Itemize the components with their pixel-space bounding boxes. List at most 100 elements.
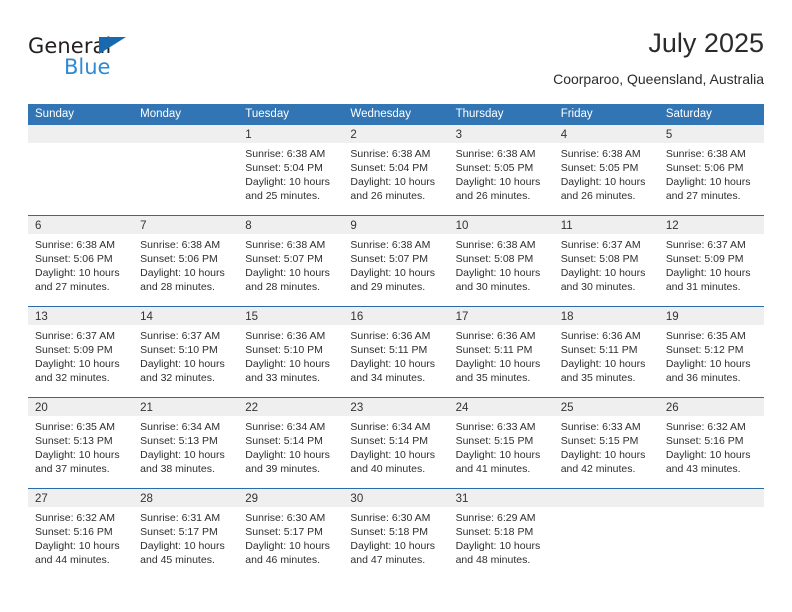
calendar-day-cell[interactable]: 16 Sunrise: 6:36 AM Sunset: 5:11 PM Dayligh…: [343, 307, 449, 397]
calendar-day-cell[interactable]: 8 Sunrise: 6:38 AM Sunset: 5:07 PM Daylight…: [238, 216, 344, 306]
day-detail-line: and 36 minutes.: [665, 372, 741, 384]
day-number-band: 11: [553, 216, 659, 234]
calendar-day-cell[interactable]: 31 Sunrise: 6:29 AM Sunset: 5:18 PM Dayligh…: [448, 489, 554, 579]
day-number-band: 5: [658, 125, 764, 143]
day-number: 16: [350, 311, 364, 323]
day-number: 8: [245, 220, 252, 232]
calendar-day-cell-empty: [133, 125, 239, 215]
day-detail-line: Daylight: 10 hours: [35, 267, 120, 279]
day-detail-line: and 35 minutes.: [560, 372, 636, 384]
day-detail-line: Sunset: 5:11 PM: [455, 344, 533, 356]
day-number-band: [553, 489, 659, 507]
day-detail-line: and 45 minutes.: [140, 554, 215, 566]
calendar-day-cell[interactable]: 17 Sunrise: 6:36 AM Sunset: 5:11 PM Dayligh…: [448, 307, 554, 397]
day-number-band: 7: [133, 216, 239, 234]
day-detail-line: Sunrise: 6:38 AM: [560, 148, 641, 160]
calendar-day-cell[interactable]: 10 Sunrise: 6:38 AM Sunset: 5:08 PM Dayligh…: [448, 216, 554, 306]
title-block: July 2025 Coorparoo, Queensland, Austral…: [553, 26, 764, 89]
calendar-day-cell[interactable]: 18 Sunrise: 6:36 AM Sunset: 5:11 PM Dayligh…: [553, 307, 659, 397]
day-number: 18: [560, 311, 574, 323]
day-detail-line: Sunrise: 6:31 AM: [140, 512, 221, 524]
day-detail-line: Daylight: 10 hours: [350, 540, 436, 552]
day-detail-line: Sunrise: 6:36 AM: [245, 330, 326, 342]
calendar-day-cell[interactable]: 20 Sunrise: 6:35 AM Sunset: 5:13 PM Dayligh…: [28, 398, 134, 488]
day-detail-line: and 43 minutes.: [665, 463, 741, 475]
calendar-grid: Sunday Monday Tuesday Wednesday Thursday Frid…: [28, 104, 764, 579]
calendar-day-cell[interactable]: 12 Sunrise: 6:37 AM Sunset: 5:09 PM Dayligh…: [658, 216, 764, 306]
day-detail-line: Sunset: 5:08 PM: [455, 253, 534, 265]
calendar-day-cell[interactable]: 19 Sunrise: 6:35 AM Sunset: 5:12 PM Dayligh…: [658, 307, 764, 397]
day-number-band: 13: [28, 307, 134, 325]
calendar-day-cell[interactable]: 6 Sunrise: 6:38 AM Sunset: 5:06 PM Daylight…: [28, 216, 134, 306]
calendar-day-cell[interactable]: 22 Sunrise: 6:34 AM Sunset: 5:14 PM Dayligh…: [238, 398, 344, 488]
calendar-day-cell[interactable]: 11 Sunrise: 6:37 AM Sunset: 5:08 PM Dayligh…: [553, 216, 659, 306]
day-details: Sunrise: 6:33 AM Sunset: 5:15 PM Daylight:…: [554, 416, 659, 476]
day-detail-line: Sunset: 5:05 PM: [455, 162, 534, 174]
day-detail-line: Daylight: 10 hours: [350, 267, 436, 279]
day-detail-line: Sunrise: 6:38 AM: [350, 239, 431, 251]
day-detail-line: Sunrise: 6:38 AM: [665, 148, 746, 160]
calendar-day-cell[interactable]: 1 Sunrise: 6:38 AM Sunset: 5:04 PM Daylight…: [238, 125, 344, 215]
day-details: Sunrise: 6:30 AM Sunset: 5:18 PM Daylight:…: [343, 507, 448, 567]
calendar-day-cell[interactable]: 3 Sunrise: 6:38 AM Sunset: 5:05 PM Daylight…: [448, 125, 554, 215]
day-detail-line: Daylight: 10 hours: [35, 358, 120, 370]
calendar-day-cell[interactable]: 26 Sunrise: 6:32 AM Sunset: 5:16 PM Dayligh…: [658, 398, 764, 488]
day-detail-line: Sunrise: 6:34 AM: [350, 421, 431, 433]
day-detail-line: Sunrise: 6:29 AM: [455, 512, 536, 524]
weekday-header-tuesday: Tuesday: [245, 108, 289, 120]
calendar-day-cell[interactable]: 4 Sunrise: 6:38 AM Sunset: 5:05 PM Daylight…: [553, 125, 659, 215]
day-detail-line: Sunset: 5:06 PM: [665, 162, 744, 174]
day-detail-line: Daylight: 10 hours: [245, 176, 330, 188]
day-number: 23: [350, 402, 364, 414]
day-detail-line: Sunrise: 6:38 AM: [455, 148, 536, 160]
day-detail-line: Sunset: 5:06 PM: [140, 253, 218, 265]
calendar-day-cell[interactable]: 5 Sunrise: 6:38 AM Sunset: 5:06 PM Daylight…: [658, 125, 764, 215]
calendar-week-row: 6 Sunrise: 6:38 AM Sunset: 5:06 PM Daylight…: [28, 215, 764, 306]
calendar-day-cell[interactable]: 14 Sunrise: 6:37 AM Sunset: 5:10 PM Dayligh…: [133, 307, 239, 397]
calendar-day-cell[interactable]: 2 Sunrise: 6:38 AM Sunset: 5:04 PM Daylight…: [343, 125, 449, 215]
day-detail-line: Daylight: 10 hours: [350, 176, 436, 188]
day-detail-line: Daylight: 10 hours: [350, 358, 436, 370]
day-number-band: 3: [448, 125, 554, 143]
blue-triangle-flag-icon: [99, 37, 126, 54]
day-details: Sunrise: 6:38 AM Sunset: 5:04 PM Daylight:…: [238, 143, 343, 203]
day-number: 28: [140, 493, 153, 505]
weekday-header-wednesday: Wednesday: [350, 108, 411, 120]
page-title: July 2025: [648, 28, 764, 58]
day-detail-line: Daylight: 10 hours: [350, 449, 436, 461]
day-detail-line: Daylight: 10 hours: [245, 540, 330, 552]
day-number-band: 1: [238, 125, 344, 143]
calendar-day-cell[interactable]: 9 Sunrise: 6:38 AM Sunset: 5:07 PM Daylight…: [343, 216, 449, 306]
calendar-day-cell[interactable]: 15 Sunrise: 6:36 AM Sunset: 5:10 PM Dayligh…: [238, 307, 344, 397]
day-number: 15: [245, 311, 259, 323]
calendar-day-cell[interactable]: 24 Sunrise: 6:33 AM Sunset: 5:15 PM Dayligh…: [448, 398, 554, 488]
calendar-day-cell[interactable]: 28 Sunrise: 6:31 AM Sunset: 5:17 PM Dayligh…: [133, 489, 239, 579]
calendar-day-cell[interactable]: 13 Sunrise: 6:37 AM Sunset: 5:09 PM Dayligh…: [28, 307, 134, 397]
calendar-day-cell[interactable]: 23 Sunrise: 6:34 AM Sunset: 5:14 PM Dayligh…: [343, 398, 449, 488]
calendar-day-cell[interactable]: 7 Sunrise: 6:38 AM Sunset: 5:06 PM Daylight…: [133, 216, 239, 306]
calendar-day-cell[interactable]: 27 Sunrise: 6:32 AM Sunset: 5:16 PM Dayligh…: [28, 489, 134, 579]
day-detail-line: Sunrise: 6:34 AM: [140, 421, 221, 433]
day-detail-line: Sunset: 5:13 PM: [140, 435, 218, 447]
day-details: Sunrise: 6:34 AM Sunset: 5:13 PM Daylight:…: [133, 416, 238, 476]
day-number: 29: [245, 493, 259, 505]
day-details: Sunrise: 6:30 AM Sunset: 5:17 PM Daylight:…: [238, 507, 343, 567]
brand-logo[interactable]: General Blue: [28, 34, 228, 90]
day-detail-line: Sunset: 5:16 PM: [665, 435, 744, 447]
day-detail-line: and 34 minutes.: [350, 372, 426, 384]
day-details: Sunrise: 6:31 AM Sunset: 5:17 PM Daylight:…: [133, 507, 238, 567]
day-details: Sunrise: 6:33 AM Sunset: 5:15 PM Daylight:…: [449, 416, 554, 476]
day-detail-line: and 38 minutes.: [140, 463, 215, 475]
calendar-day-cell[interactable]: 25 Sunrise: 6:33 AM Sunset: 5:15 PM Dayligh…: [553, 398, 659, 488]
day-number-band: 9: [343, 216, 449, 234]
day-detail-line: and 40 minutes.: [350, 463, 426, 475]
calendar-day-cell[interactable]: 29 Sunrise: 6:30 AM Sunset: 5:17 PM Dayligh…: [238, 489, 344, 579]
calendar-day-cell[interactable]: 21 Sunrise: 6:34 AM Sunset: 5:13 PM Dayligh…: [133, 398, 239, 488]
day-details: Sunrise: 6:38 AM Sunset: 5:06 PM Daylight:…: [659, 143, 764, 203]
day-number: 9: [350, 220, 357, 232]
day-number-band: 14: [133, 307, 239, 325]
calendar-day-cell[interactable]: 30 Sunrise: 6:30 AM Sunset: 5:18 PM Dayligh…: [343, 489, 449, 579]
day-number: 3: [455, 129, 462, 141]
day-detail-line: Daylight: 10 hours: [560, 358, 646, 370]
day-detail-line: Sunset: 5:10 PM: [245, 344, 323, 356]
